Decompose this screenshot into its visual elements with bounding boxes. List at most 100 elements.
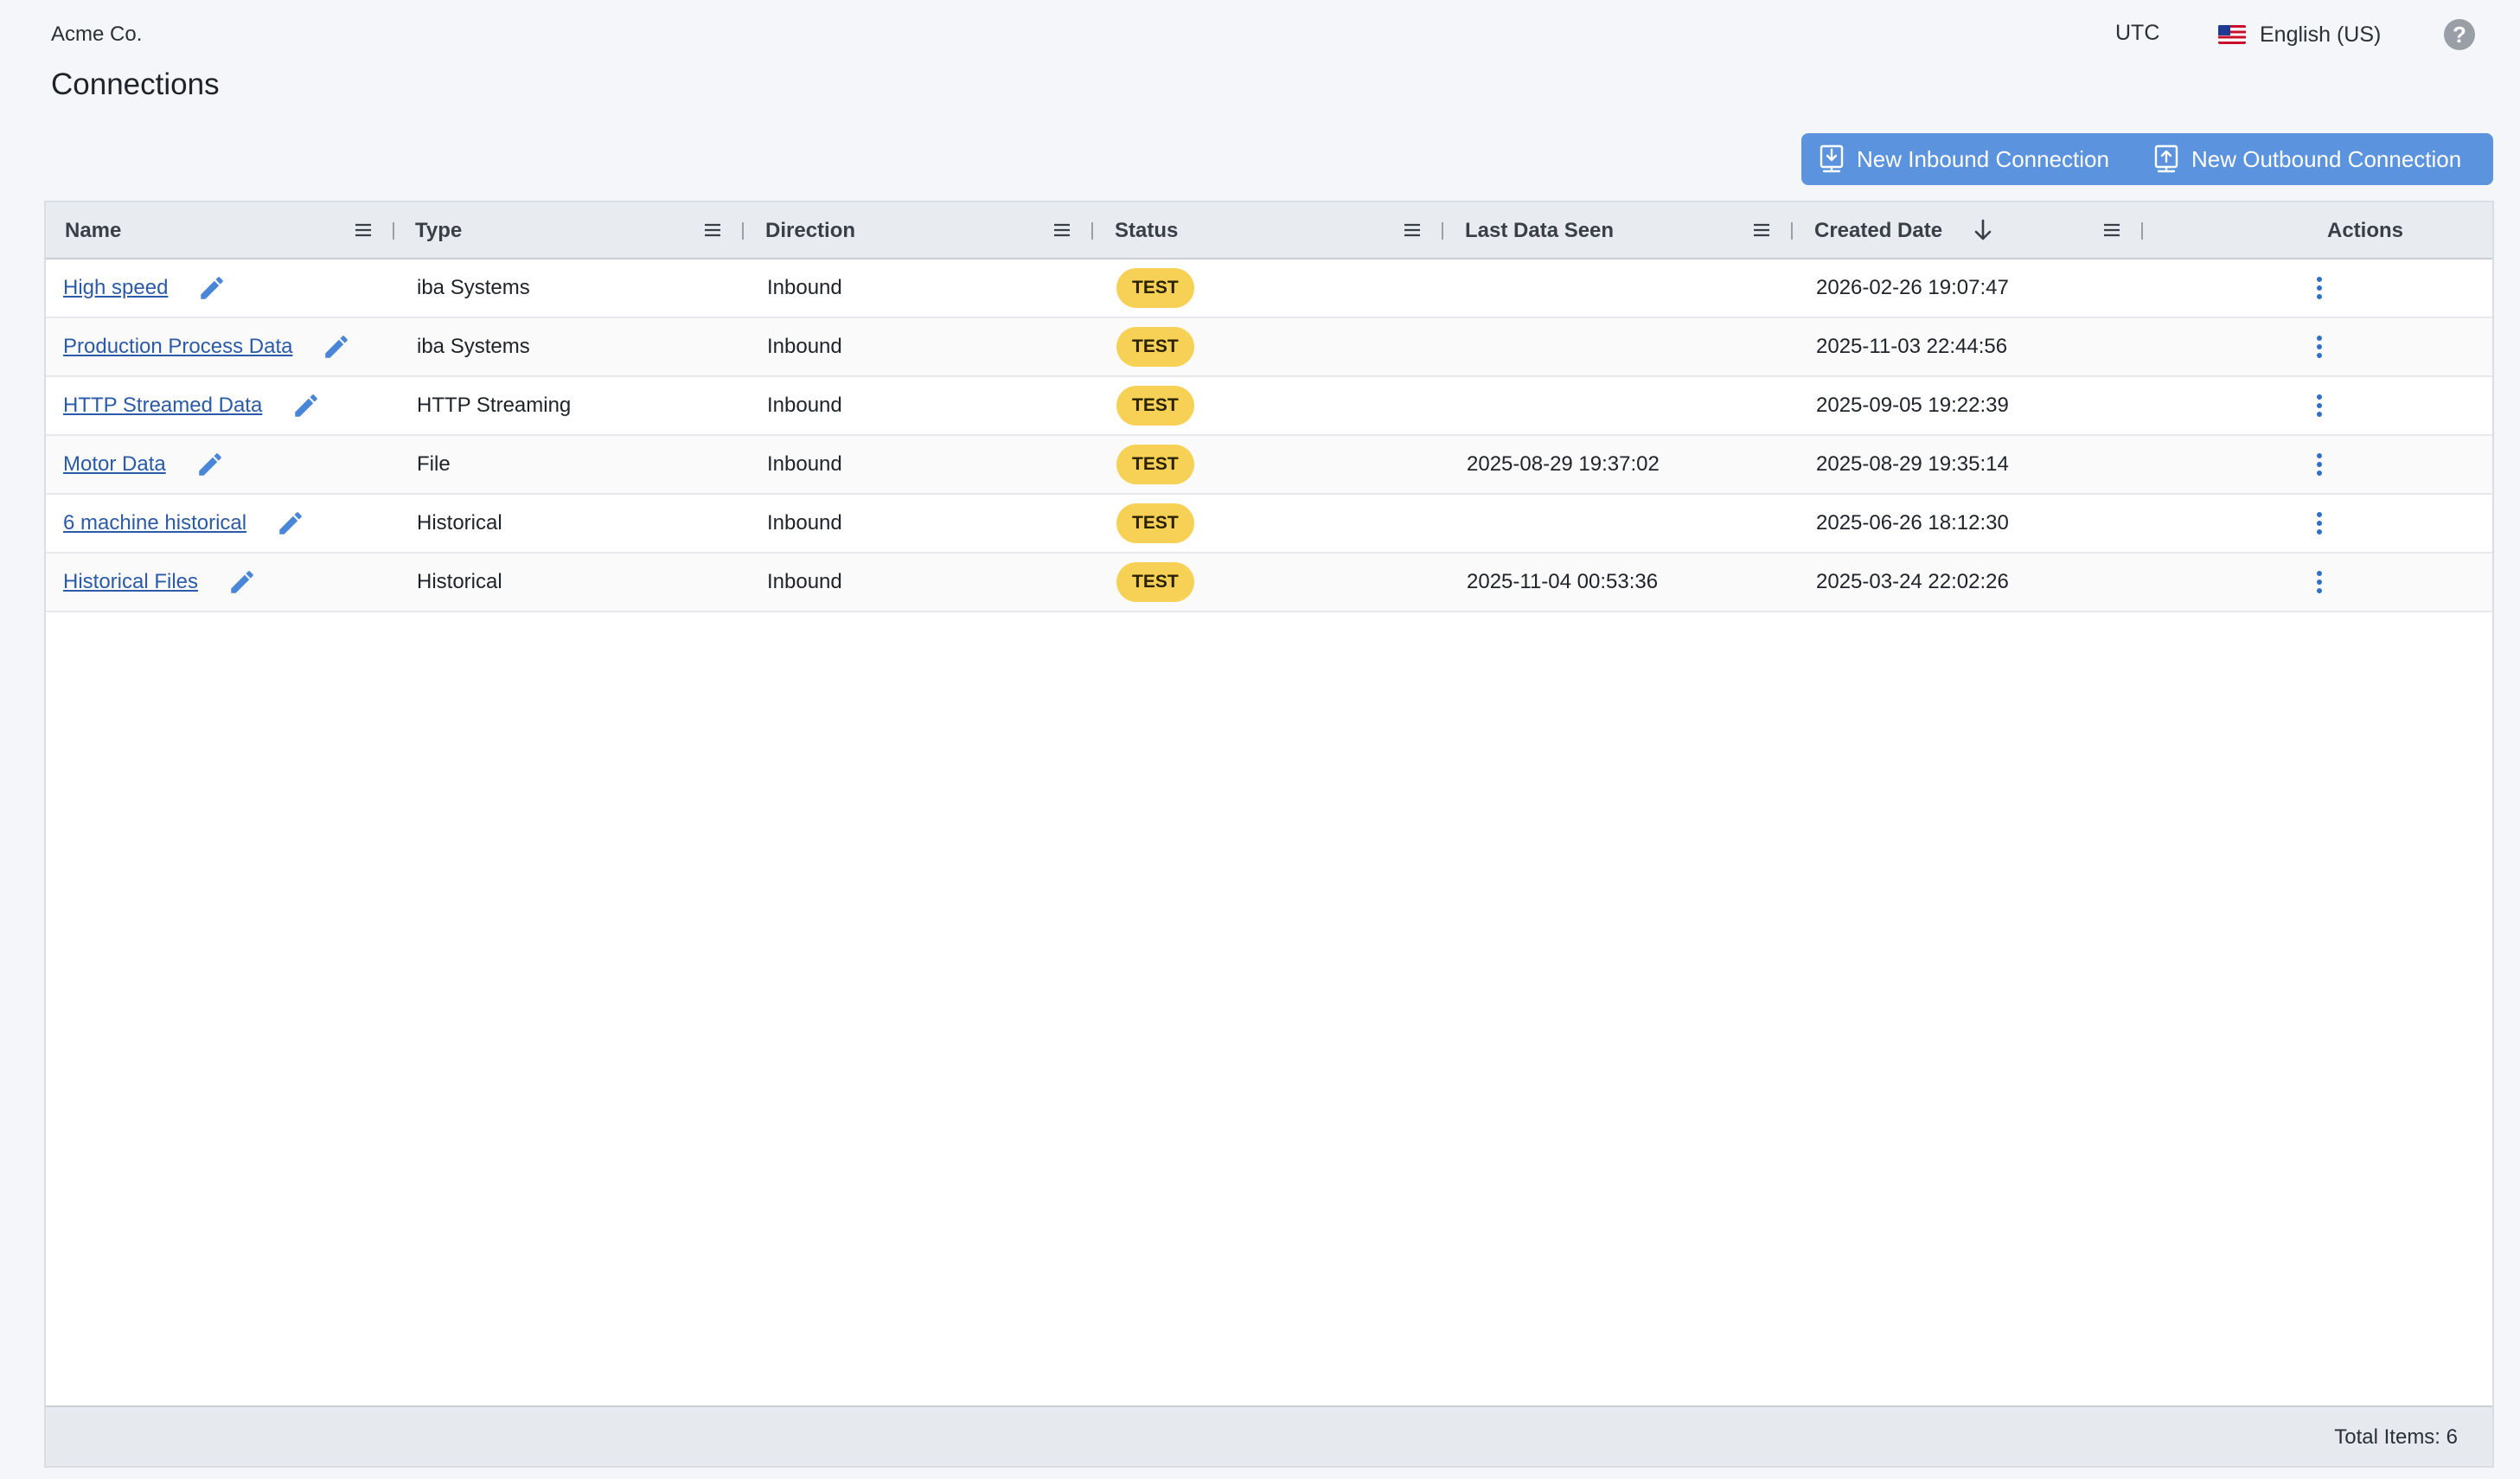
org-name: Acme Co. [51,22,143,46]
table-footer: Total Items: 6 [46,1405,2492,1466]
connections-table: Name Type Direction Status Last Data See… [44,201,2494,1468]
table-row: 6 machine historical Historical Inbound … [46,495,2492,554]
pencil-icon[interactable] [276,509,305,538]
status-cell: TEST [1116,318,1194,375]
pencil-icon[interactable] [197,273,227,303]
new-inbound-connection-button[interactable]: New Inbound Connection [1801,133,2136,185]
kebab-menu-icon[interactable] [2306,567,2332,597]
status-badge: TEST [1116,386,1194,426]
column-header-name[interactable]: Name [46,202,396,258]
status-badge: TEST [1116,327,1194,367]
name-cell: 6 machine historical [63,495,305,552]
kebab-menu-icon[interactable] [2306,273,2332,303]
hamburger-menu-icon[interactable] [1402,220,1423,240]
status-badge: TEST [1116,445,1194,484]
column-resize-handle[interactable] [1791,222,1793,240]
column-header-created-date[interactable]: Created Date [1795,202,2146,258]
created-date-cell: 2025-09-05 19:22:39 [1816,394,2009,417]
language-selector[interactable]: English (US) [2218,17,2381,52]
last-data-seen-cell: 2025-08-29 19:37:02 [1467,452,1660,476]
type-cell: Historical [417,570,502,593]
kebab-menu-icon[interactable] [2306,509,2332,538]
column-header-last-data-seen[interactable]: Last Data Seen [1446,202,1795,258]
hamburger-menu-icon[interactable] [702,220,723,240]
column-resize-handle[interactable] [742,222,744,240]
last-data-seen-cell: 2025-11-04 00:53:36 [1467,570,1659,593]
status-badge: TEST [1116,268,1194,308]
column-header-direction[interactable]: Direction [746,202,1096,258]
download-tray-icon [1820,144,1844,173]
name-cell: High speed [63,259,227,317]
connection-name-link[interactable]: Historical Files [63,570,198,594]
pencil-icon[interactable] [322,332,351,362]
type-cell: HTTP Streaming [417,394,572,417]
column-resize-handle[interactable] [2141,222,2143,240]
column-header-status[interactable]: Status [1096,202,1446,258]
connection-name-link[interactable]: High speed [63,276,168,300]
direction-cell: Inbound [767,276,842,299]
created-date-cell: 2025-11-03 22:44:56 [1816,335,2008,358]
language-label: English (US) [2260,22,2382,47]
column-label: Created Date [1814,219,1943,242]
created-date-cell: 2025-08-29 19:35:14 [1816,452,2009,476]
table-row: High speed iba Systems Inbound TEST 2026… [46,259,2492,318]
column-label: Name [65,219,122,242]
table-row: Motor Data File Inbound TEST 2025-08-29 … [46,436,2492,495]
connection-name-link[interactable]: HTTP Streamed Data [63,394,262,418]
status-badge: TEST [1116,503,1194,543]
new-connection-button-group: New Inbound Connection New Outbound Conn… [1801,133,2493,185]
name-cell: Motor Data [63,436,225,493]
column-resize-handle[interactable] [1091,222,1093,240]
total-items-count: Total Items: 6 [2334,1425,2458,1449]
page-title: Connections [51,67,220,101]
column-label: Type [415,219,463,242]
created-date-cell: 2026-02-26 19:07:47 [1816,276,2009,299]
connection-name-link[interactable]: Production Process Data [63,335,292,359]
status-cell: TEST [1116,495,1194,552]
pencil-icon[interactable] [227,567,257,597]
actions-cell [2306,554,2332,611]
column-label: Last Data Seen [1465,219,1615,242]
column-resize-handle[interactable] [393,222,394,240]
kebab-menu-icon[interactable] [2306,450,2332,479]
column-header-type[interactable]: Type [396,202,746,258]
table-header: Name Type Direction Status Last Data See… [46,202,2492,259]
name-cell: Production Process Data [63,318,351,375]
table-row: Production Process Data iba Systems Inbo… [46,318,2492,377]
table-body: High speed iba Systems Inbound TEST 2026… [46,259,2492,612]
upload-tray-icon [2154,144,2178,173]
direction-cell: Inbound [767,452,842,476]
hamburger-menu-icon[interactable] [353,220,374,240]
status-cell: TEST [1116,377,1194,434]
type-cell: Historical [417,511,502,535]
created-date-cell: 2025-03-24 22:02:26 [1816,570,2009,593]
actions-cell [2306,377,2332,434]
direction-cell: Inbound [767,394,842,417]
pencil-icon[interactable] [195,450,225,479]
new-outbound-connection-button[interactable]: New Outbound Connection [2136,133,2493,185]
hamburger-menu-icon[interactable] [1751,220,1772,240]
new-inbound-label: New Inbound Connection [1857,145,2109,172]
table-row: HTTP Streamed Data HTTP Streaming Inboun… [46,377,2492,436]
pencil-icon[interactable] [291,391,321,420]
hamburger-menu-icon[interactable] [2101,220,2122,240]
name-cell: Historical Files [63,554,257,611]
direction-cell: Inbound [767,570,842,593]
hamburger-menu-icon[interactable] [1052,220,1072,240]
created-date-cell: 2025-06-26 18:12:30 [1816,511,2009,535]
type-cell: iba Systems [417,276,530,299]
direction-cell: Inbound [767,335,842,358]
new-outbound-label: New Outbound Connection [2191,145,2462,172]
column-header-actions: Actions [2146,202,2496,258]
column-label: Status [1115,219,1179,242]
help-icon[interactable]: ? [2444,19,2475,50]
status-cell: TEST [1116,554,1194,611]
timezone-selector[interactable]: UTC [2115,21,2159,46]
kebab-menu-icon[interactable] [2306,391,2332,420]
status-cell: TEST [1116,436,1194,493]
connection-name-link[interactable]: 6 machine historical [63,511,246,535]
column-label: Actions [2327,219,2404,242]
column-resize-handle[interactable] [1442,222,1443,240]
connection-name-link[interactable]: Motor Data [63,452,166,477]
kebab-menu-icon[interactable] [2306,332,2332,362]
